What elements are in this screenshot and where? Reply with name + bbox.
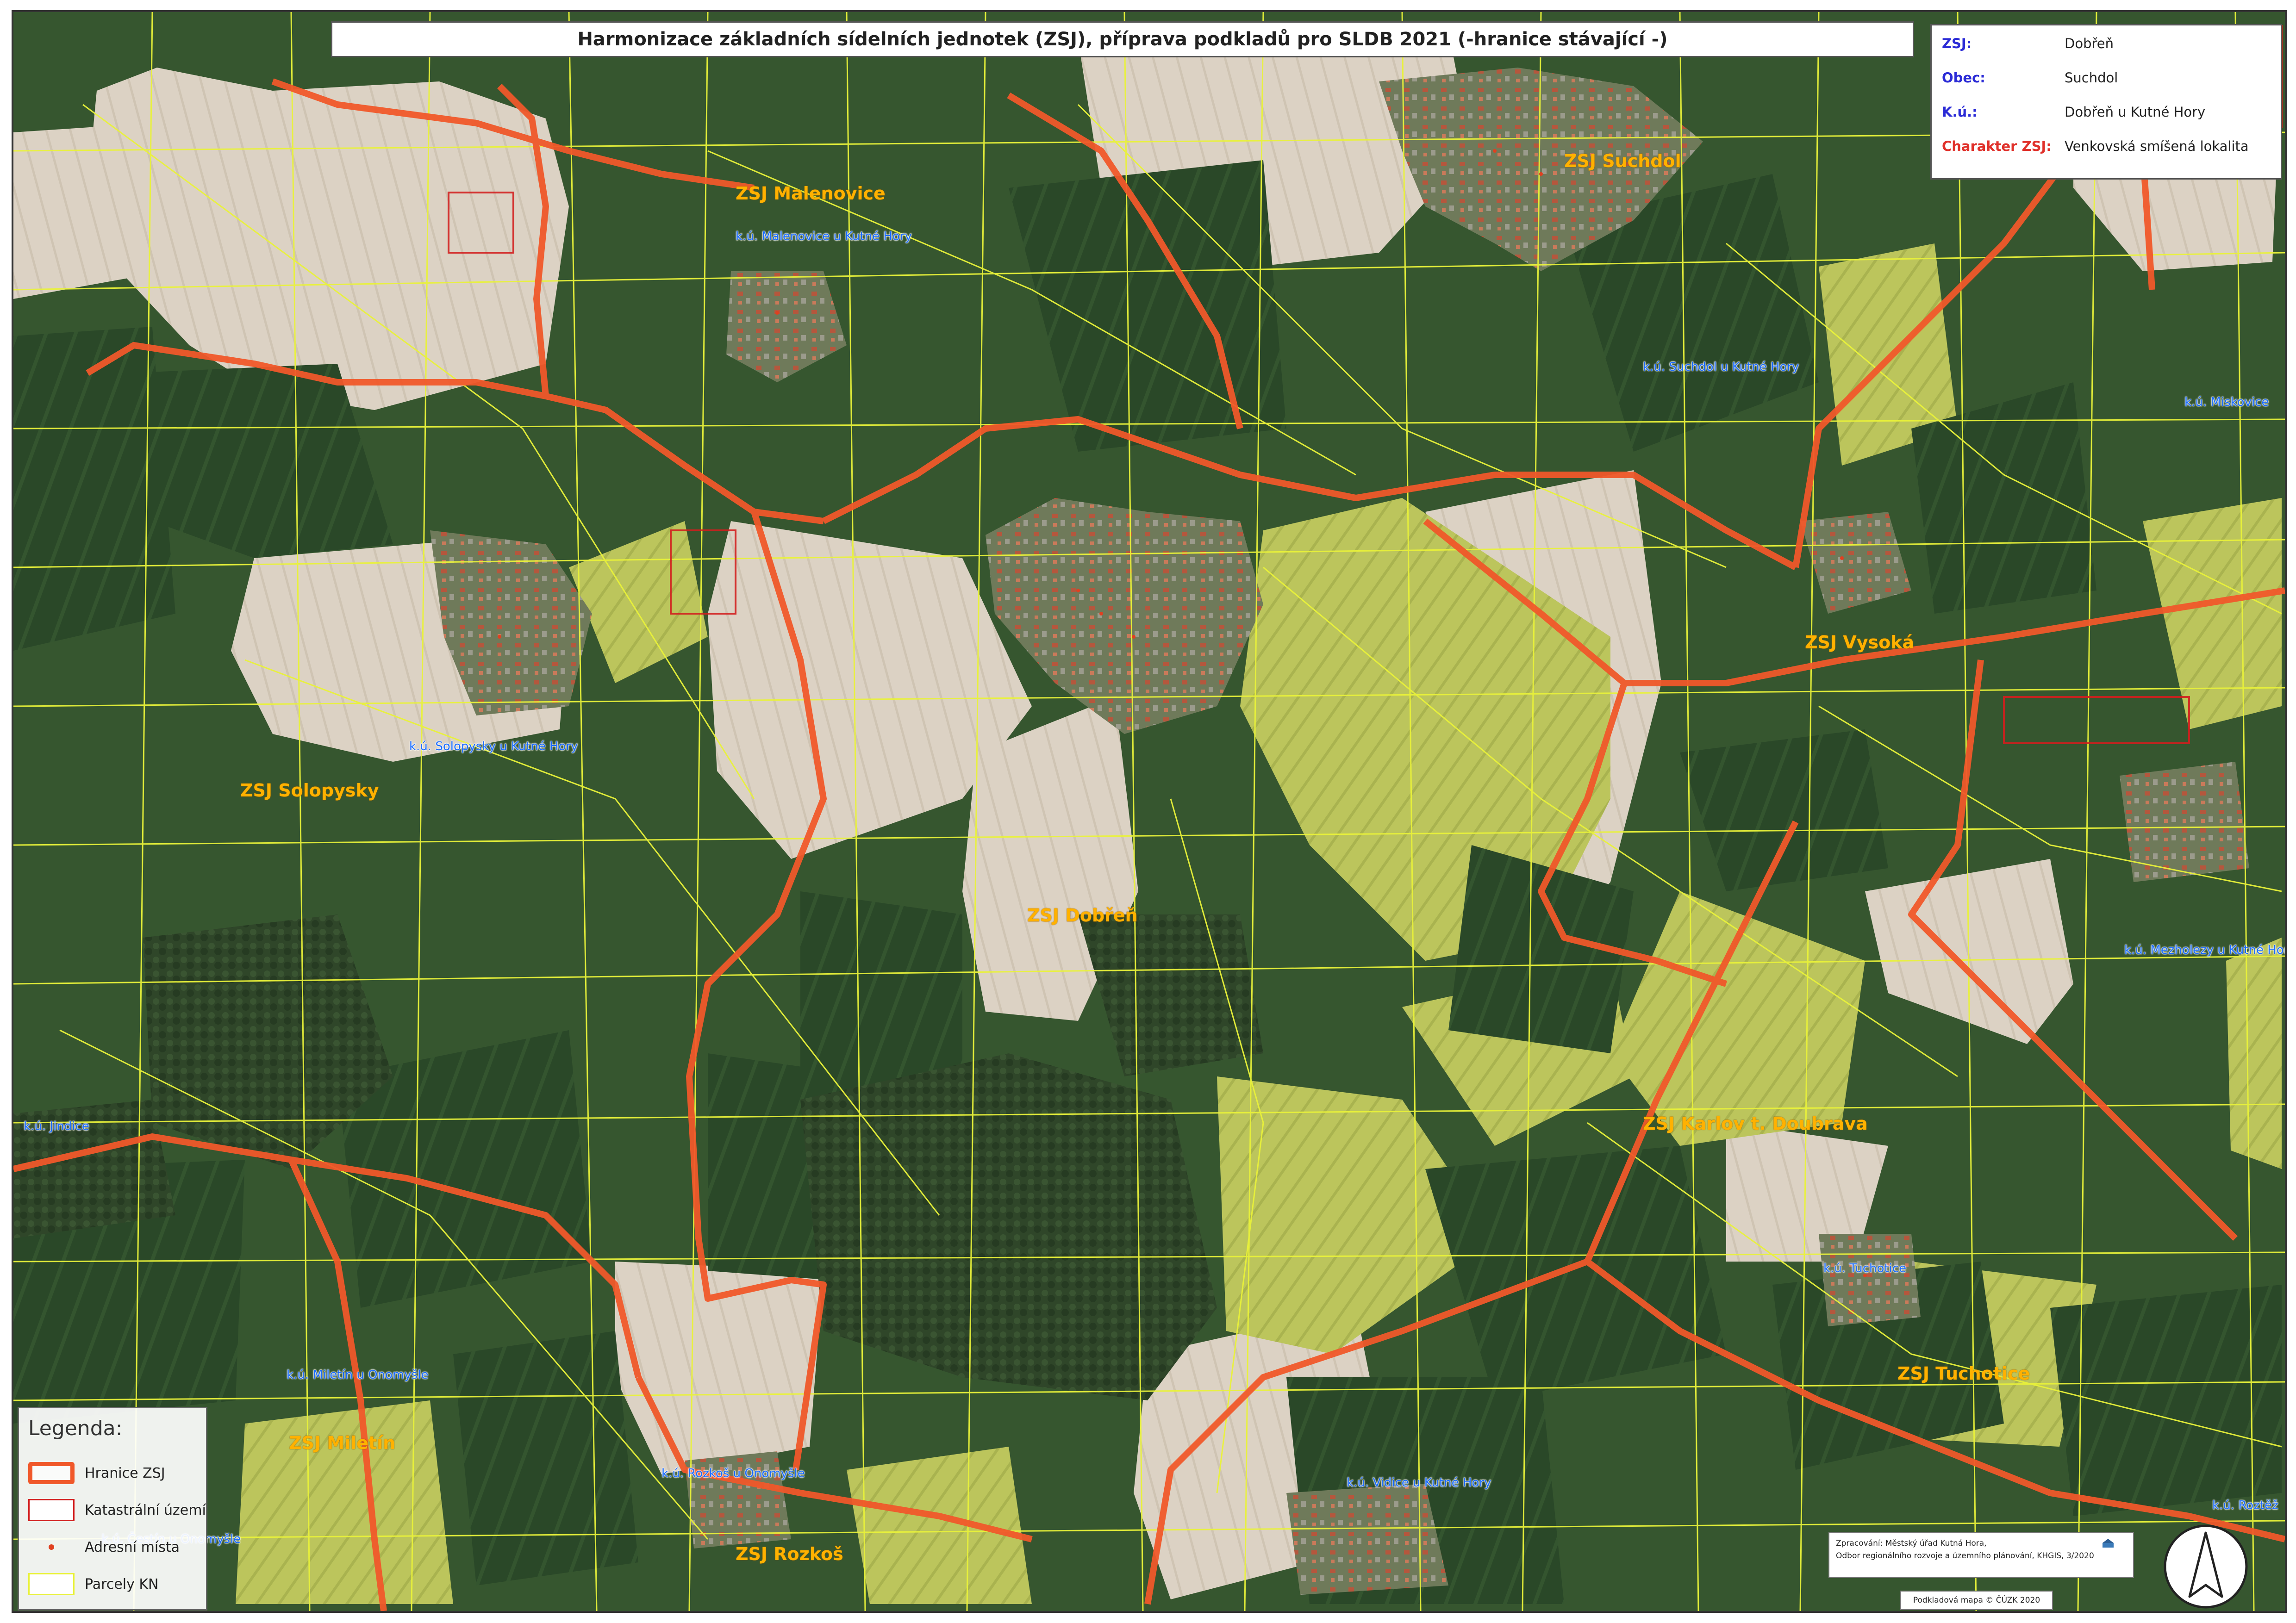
- ku-label-roztez: k.ú. Roztěž: [2212, 1499, 2278, 1512]
- zsj-label-dobren: ZSJ Dobřeň: [1027, 905, 1138, 926]
- info-value-ku: Dobřeň u Kutné Hory: [2065, 104, 2206, 120]
- info-value-zsj: Dobřeň: [2065, 36, 2114, 51]
- zsj-label-karlov: ZSJ Karlov t. Doubrava: [1643, 1113, 1868, 1134]
- north-arrow-icon: [2164, 1524, 2248, 1609]
- info-row-ku: K.ú.: Dobřeň u Kutné Hory: [1942, 104, 2271, 138]
- legend-item-address: Adresní místa: [28, 1533, 180, 1561]
- legend-label-zsj: Hranice ZSJ: [85, 1465, 165, 1481]
- info-panel: ZSJ: Dobřeň Obec: Suchdol K.ú.: Dobřeň u…: [1930, 24, 2282, 180]
- credit-line-1: Zpracování: Městský úřad Kutná Hora,: [1836, 1539, 1987, 1548]
- info-key-zsj: ZSJ:: [1942, 36, 1972, 51]
- legend-item-zsj: Hranice ZSJ: [28, 1459, 165, 1487]
- legend-label-ku: Katastrální území: [85, 1502, 206, 1518]
- zsj-label-rozkos: ZSJ Rozkoš: [736, 1544, 843, 1564]
- ku-boundary-symbol: [28, 1499, 75, 1521]
- legend: Legenda: Hranice ZSJ Katastrální území A…: [18, 1407, 207, 1611]
- info-row-obec: Obec: Suchdol: [1942, 70, 2271, 104]
- ku-label-tuchotice: k.ú. Tuchotice: [1823, 1262, 1907, 1275]
- legend-item-parcels: Parcely KN: [28, 1570, 159, 1598]
- ku-label-miskovice: k.ú. Miskovice: [2184, 395, 2269, 409]
- info-row-charakter: Charakter ZSJ: Venkovská smíšená lokalit…: [1942, 138, 2271, 173]
- legend-label-parcels: Parcely KN: [85, 1576, 159, 1592]
- legend-label-address: Adresní místa: [85, 1539, 180, 1555]
- info-row-zsj: ZSJ: Dobřeň: [1942, 36, 2271, 70]
- credit-line-2: Odbor regionálního rozvoje a územního pl…: [1836, 1551, 2094, 1561]
- basemap-credit: Podkladová mapa © ČÚZK 2020: [1900, 1591, 2053, 1610]
- zsj-label-suchdol: ZSJ Suchdol: [1564, 151, 1681, 171]
- ku-label-suchdol: k.ú. Suchdol u Kutné Hory: [1643, 360, 1799, 374]
- ku-label-malenovice: k.ú. Malenovice u Kutné Hory: [736, 230, 912, 243]
- zsj-label-miletin: ZSJ Miletín: [289, 1433, 396, 1453]
- credit-box: Zpracování: Městský úřad Kutná Hora, Odb…: [1828, 1532, 2134, 1578]
- legend-title: Legenda:: [28, 1417, 123, 1440]
- info-value-obec: Suchdol: [2065, 70, 2118, 86]
- ku-label-solopysky: k.ú. Solopysky u Kutné Hory: [409, 740, 578, 753]
- ku-label-jindice: k.ú. Jindice: [24, 1119, 89, 1133]
- zsj-label-solopysky: ZSJ Solopysky: [240, 780, 379, 801]
- ku-label-rozkos: k.ú. Rozkoš u Onomyšle: [661, 1467, 805, 1480]
- ku-label-miletin: k.ú. Miletín u Onomyšle: [287, 1368, 429, 1382]
- office-logo-icon: [2103, 1539, 2114, 1548]
- ku-label-mezholezy: k.ú. Mezholezy u Kutné Hory: [2124, 943, 2287, 957]
- map-page: ZSJ Malenovice ZSJ Suchdol ZSJ Solopysky…: [0, 0, 2296, 1623]
- info-value-charakter: Venkovská smíšená lokalita: [2065, 138, 2249, 154]
- legend-item-ku: Katastrální území: [28, 1496, 206, 1524]
- zsj-boundary-symbol: [28, 1462, 75, 1484]
- zsj-label-tuchotice: ZSJ Tuchotice: [1897, 1363, 2030, 1384]
- zsj-label-malenovice: ZSJ Malenovice: [736, 183, 886, 204]
- info-key-obec: Obec:: [1942, 70, 1985, 86]
- address-point-symbol: [28, 1536, 75, 1558]
- ku-label-vidice: k.ú. Vidice u Kutné Hory: [1347, 1476, 1491, 1490]
- info-key-ku: K.ú.:: [1942, 104, 1978, 120]
- zsj-label-vysoka: ZSJ Vysoká: [1805, 632, 1915, 653]
- parcel-symbol: [28, 1573, 75, 1595]
- info-key-charakter: Charakter ZSJ:: [1942, 138, 2052, 154]
- map-frame: ZSJ Malenovice ZSJ Suchdol ZSJ Solopysky…: [12, 10, 2287, 1613]
- map-title: Harmonizace základních sídelních jednote…: [331, 21, 1914, 57]
